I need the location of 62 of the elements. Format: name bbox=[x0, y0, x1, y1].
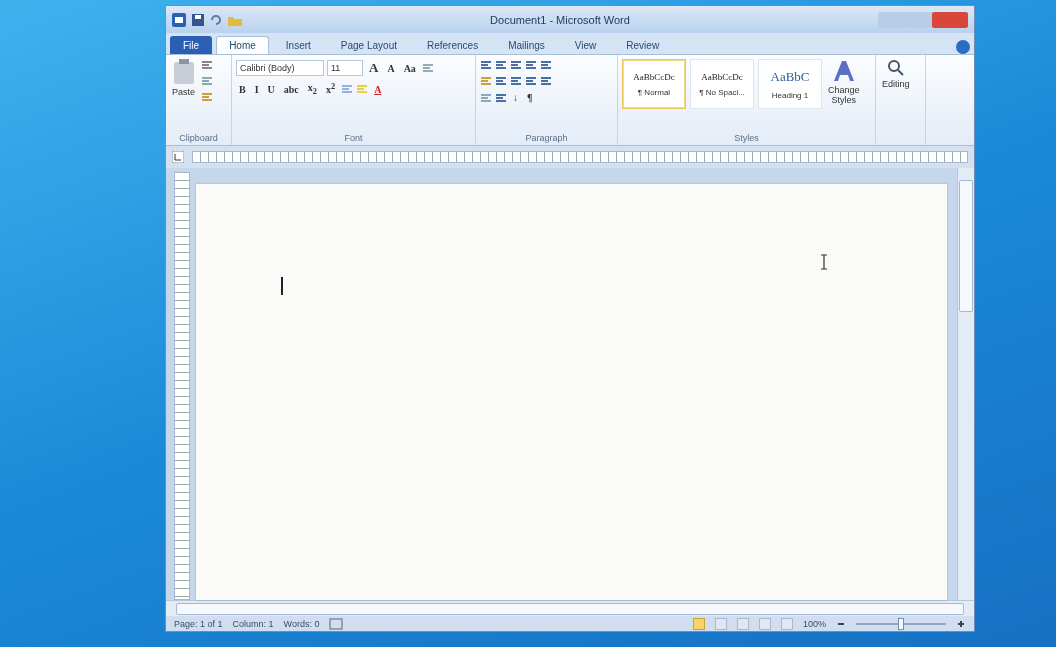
ribbon-tab[interactable]: References bbox=[414, 36, 492, 54]
editing-button[interactable]: Editing bbox=[880, 59, 912, 145]
zoom-in-icon[interactable] bbox=[956, 618, 966, 629]
sort-button[interactable]: ↓ bbox=[510, 91, 521, 104]
format-button[interactable]: I bbox=[251, 82, 262, 96]
vertical-scrollbar[interactable] bbox=[957, 168, 974, 600]
horizontal-scrollbar[interactable] bbox=[166, 600, 974, 616]
window-controls-icon[interactable] bbox=[878, 11, 968, 28]
i-beam-cursor-icon bbox=[820, 254, 828, 270]
style-item[interactable]: AaBbCcDc ¶ No Spaci... bbox=[690, 59, 754, 109]
tab-selector-icon[interactable] bbox=[172, 151, 184, 163]
ribbon-tab[interactable]: Mailings bbox=[495, 36, 558, 54]
paste-button[interactable]: Paste bbox=[170, 59, 197, 133]
grow-font-button[interactable]: A bbox=[366, 59, 382, 77]
style-preview: AaBbCcDc bbox=[701, 71, 743, 82]
change-case-button[interactable]: Aa bbox=[400, 61, 419, 75]
zoom-slider-thumb[interactable] bbox=[898, 617, 904, 630]
font-size-field[interactable]: 11 bbox=[327, 60, 363, 76]
group-label: Font bbox=[343, 133, 364, 145]
letter-a-icon bbox=[831, 59, 856, 83]
format-button[interactable]: B bbox=[236, 82, 249, 96]
column-indicator[interactable]: Column: 1 bbox=[232, 618, 274, 629]
search-icon bbox=[886, 59, 905, 77]
style-item[interactable]: AaBbCcDc ¶ Normal bbox=[622, 59, 686, 109]
format-button[interactable]: abc bbox=[280, 82, 302, 96]
undo-icon[interactable] bbox=[210, 13, 222, 26]
change-styles-button[interactable]: Change Styles bbox=[826, 59, 862, 105]
shrink-font-button[interactable]: A bbox=[384, 61, 398, 75]
style-name: ¶ No Spaci... bbox=[699, 87, 745, 97]
style-preview: AaBbCcDc bbox=[633, 71, 675, 82]
ribbon-tab[interactable]: Home bbox=[216, 36, 269, 54]
group-label: Styles bbox=[733, 133, 760, 145]
group-label: Clipboard bbox=[178, 133, 219, 145]
word-count[interactable]: Words: 0 bbox=[283, 618, 320, 629]
zoom-level[interactable]: 100% bbox=[802, 618, 826, 629]
save-icon[interactable] bbox=[192, 13, 204, 26]
font-name-field[interactable]: Calibri (Body) bbox=[236, 60, 324, 76]
ribbon-tab[interactable]: Insert bbox=[272, 36, 324, 54]
text-cursor bbox=[281, 277, 283, 295]
format-button[interactable]: x$_{2}$ bbox=[304, 81, 320, 97]
style-name: ¶ Normal bbox=[637, 87, 671, 97]
view-button[interactable] bbox=[714, 617, 727, 630]
font-color-button[interactable]: A bbox=[371, 82, 385, 96]
format-button[interactable]: x$^{2}$ bbox=[323, 81, 339, 97]
view-button[interactable] bbox=[692, 617, 705, 630]
view-button[interactable] bbox=[780, 617, 793, 630]
window-title: Document1 - Microsoft Word bbox=[489, 13, 631, 26]
style-preview: AaBbC bbox=[770, 68, 810, 85]
show-marks-button[interactable]: ¶ bbox=[524, 91, 536, 104]
ribbon-tab[interactable]: Page Layout bbox=[327, 36, 410, 54]
file-tab[interactable]: File bbox=[170, 36, 213, 54]
view-button[interactable] bbox=[736, 617, 749, 630]
ribbon-tab[interactable]: Review bbox=[613, 36, 673, 54]
page-count[interactable]: Page: 1 of 1 bbox=[174, 618, 223, 629]
view-button[interactable] bbox=[758, 617, 771, 630]
ribbon-tab[interactable]: View bbox=[561, 36, 610, 54]
clipboard-icon bbox=[172, 59, 195, 85]
group-label: Paragraph bbox=[524, 133, 569, 145]
style-name: Heading 1 bbox=[771, 90, 809, 100]
word-logo-icon bbox=[172, 12, 186, 27]
style-item[interactable]: AaBbC Heading 1 bbox=[758, 59, 822, 109]
format-button[interactable]: U bbox=[264, 82, 278, 96]
